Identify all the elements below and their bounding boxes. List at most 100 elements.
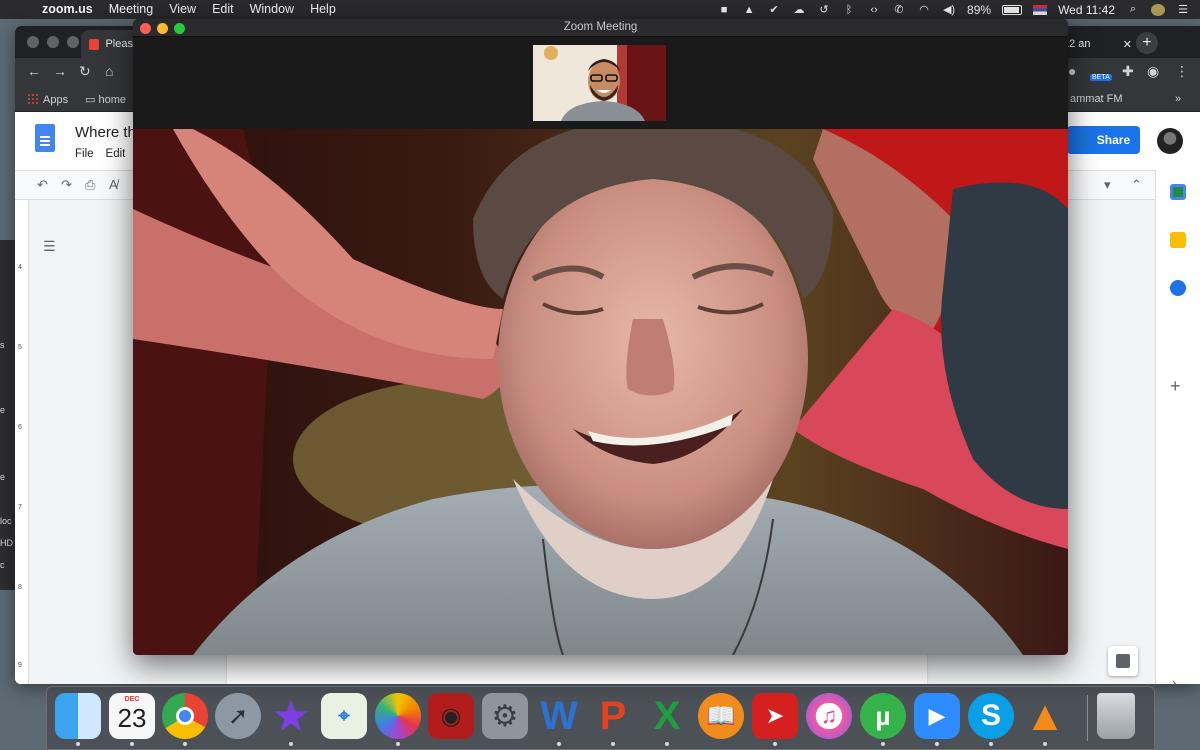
minimize-button[interactable] <box>47 36 59 48</box>
menu-meeting[interactable]: Meeting <box>101 0 161 19</box>
bookmark-apps[interactable]: Apps <box>27 93 68 106</box>
menu-app-name[interactable]: zoom.us <box>38 0 101 19</box>
vlc-tray-icon[interactable]: ▲ <box>742 4 756 16</box>
dock-vlc[interactable]: ▲ <box>1022 692 1068 746</box>
redo-icon[interactable]: ↷ <box>61 177 72 193</box>
code-tray-icon[interactable]: ‹› <box>867 4 881 16</box>
dock-photo-booth[interactable]: ◉ <box>428 693 474 739</box>
expand-panel-icon[interactable]: › <box>1172 675 1176 684</box>
explore-icon <box>1116 654 1130 668</box>
cloud-tray-icon[interactable]: ☁ <box>792 4 806 16</box>
dock-launchpad[interactable]: ➚ <box>215 693 261 739</box>
dock-utorrent[interactable]: µ <box>860 693 906 746</box>
bluetooth-icon[interactable]: ᛒ <box>842 4 856 16</box>
chrome-menu-icon[interactable]: ⋮ <box>1175 63 1189 80</box>
notification-center-icon[interactable]: ☰ <box>1176 4 1190 16</box>
reload-icon[interactable]: ↻ <box>79 63 91 80</box>
calendar-addon-icon[interactable] <box>1170 184 1186 200</box>
ruler-mark: 7 <box>18 504 22 511</box>
zoom-window-title: Zoom Meeting <box>563 21 638 33</box>
menu-window[interactable]: Window <box>242 0 302 19</box>
share-label: Share <box>1096 133 1131 147</box>
check-tray-icon[interactable]: ✔ <box>767 4 781 16</box>
docs-menu-edit[interactable]: Edit <box>106 148 126 160</box>
calendar-day: 23 <box>117 703 147 733</box>
dock-chrome[interactable] <box>162 693 208 746</box>
dock-photos[interactable] <box>375 693 421 746</box>
ruler-mark: 9 <box>18 662 22 669</box>
print-icon[interactable]: ⎙ <box>85 177 95 193</box>
menu-bar: zoom.us Meeting View Edit Window Help ■ … <box>0 0 1200 19</box>
dock-zoom[interactable]: ▶ <box>914 693 960 746</box>
docs-menu-file[interactable]: File <box>75 148 94 160</box>
left-fragment: e <box>0 472 6 482</box>
time-machine-icon[interactable]: ↺ <box>817 4 831 16</box>
dock-itunes[interactable]: ♫ <box>806 693 852 739</box>
menu-help[interactable]: Help <box>302 0 344 19</box>
dock-finder[interactable] <box>55 693 101 746</box>
apps-grid-icon <box>27 93 38 104</box>
left-fragment: loc <box>0 516 12 526</box>
calendar-month: DEC <box>124 696 140 703</box>
menu-edit[interactable]: Edit <box>204 0 242 19</box>
dropdown-arrow-icon[interactable]: ▾ <box>1104 177 1111 193</box>
phone-tray-icon[interactable]: ✆ <box>892 4 906 16</box>
flag-icon[interactable] <box>1033 4 1048 15</box>
home-icon[interactable]: ⌂ <box>105 63 113 79</box>
dock-word[interactable]: W <box>536 693 582 746</box>
undo-icon[interactable]: ↶ <box>37 177 48 193</box>
dock-skype[interactable]: S <box>968 693 1014 746</box>
user-avatar-icon[interactable] <box>1151 3 1165 16</box>
zoom-button[interactable] <box>67 36 79 48</box>
dock-imovie[interactable]: ★ <box>268 692 314 746</box>
add-addon-icon[interactable]: + <box>1170 376 1181 397</box>
ruler-mark: 6 <box>18 424 22 431</box>
forward-icon[interactable]: → <box>53 63 67 79</box>
explore-button[interactable] <box>1108 646 1138 676</box>
document-title[interactable]: Where th <box>75 124 136 141</box>
bookmark-home[interactable]: ▭ home <box>85 93 126 106</box>
account-avatar[interactable] <box>1157 128 1183 154</box>
extension-icon[interactable]: ● <box>1068 63 1076 79</box>
vertical-ruler: 4 5 6 7 8 9 <box>15 200 29 684</box>
dock-excel[interactable]: X <box>644 693 690 746</box>
extensions-puzzle-icon[interactable]: ✚ <box>1122 63 1134 80</box>
thumbnail-video-frame <box>533 45 666 121</box>
bookmark-right[interactable]: ammat FM <box>1070 93 1123 105</box>
docs-logo-icon[interactable] <box>35 124 55 152</box>
volume-icon[interactable]: ◀) <box>942 4 956 16</box>
active-speaker-video[interactable] <box>133 129 1068 655</box>
keep-addon-icon[interactable] <box>1170 232 1186 248</box>
dock-pdf-app[interactable]: ➤ <box>752 693 798 746</box>
participant-thumbnail-video[interactable] <box>533 45 666 121</box>
profile-icon[interactable]: ◉ <box>1147 63 1159 80</box>
zoom-meeting-window: Zoom Meeting <box>133 19 1068 655</box>
share-button[interactable]: 👤 Share <box>1067 126 1140 154</box>
new-tab-button[interactable]: + <box>1136 32 1158 54</box>
document-outline-icon[interactable]: ☰ <box>43 238 56 255</box>
gmail-icon <box>89 38 100 50</box>
ruler-mark: 4 <box>18 264 22 271</box>
menubar-clock[interactable]: Wed 11:42 <box>1058 3 1115 17</box>
spellcheck-icon[interactable]: A̸ <box>109 177 118 192</box>
menu-view[interactable]: View <box>161 0 204 19</box>
side-panel: + › <box>1155 170 1200 684</box>
dock-powerpoint[interactable]: P <box>590 693 636 746</box>
wifi-icon[interactable]: ◠ <box>917 4 931 16</box>
dock-maps[interactable]: ⌖ <box>321 693 367 739</box>
close-button[interactable] <box>27 36 39 48</box>
battery-icon[interactable] <box>1002 4 1023 15</box>
zoom-tray-icon[interactable]: ■ <box>717 4 731 16</box>
tab-close-icon[interactable]: ✕ <box>1123 38 1132 51</box>
tab-gmail[interactable]: Pleas <box>81 30 141 58</box>
dock-system-preferences[interactable]: ⚙ <box>482 693 528 739</box>
tasks-addon-icon[interactable] <box>1170 280 1186 296</box>
collapse-toolbar-icon[interactable]: ⌃ <box>1131 177 1142 193</box>
bookmarks-overflow-icon[interactable]: » <box>1175 93 1181 105</box>
background-window-left: s e e loc HD c <box>0 240 15 590</box>
back-icon[interactable]: ← <box>27 63 41 79</box>
dock-books[interactable]: 📖 <box>698 693 744 739</box>
dock-trash[interactable] <box>1097 693 1135 739</box>
spotlight-icon[interactable]: ⌕ <box>1126 3 1140 16</box>
dock-calendar[interactable]: DEC 23 <box>109 693 155 746</box>
